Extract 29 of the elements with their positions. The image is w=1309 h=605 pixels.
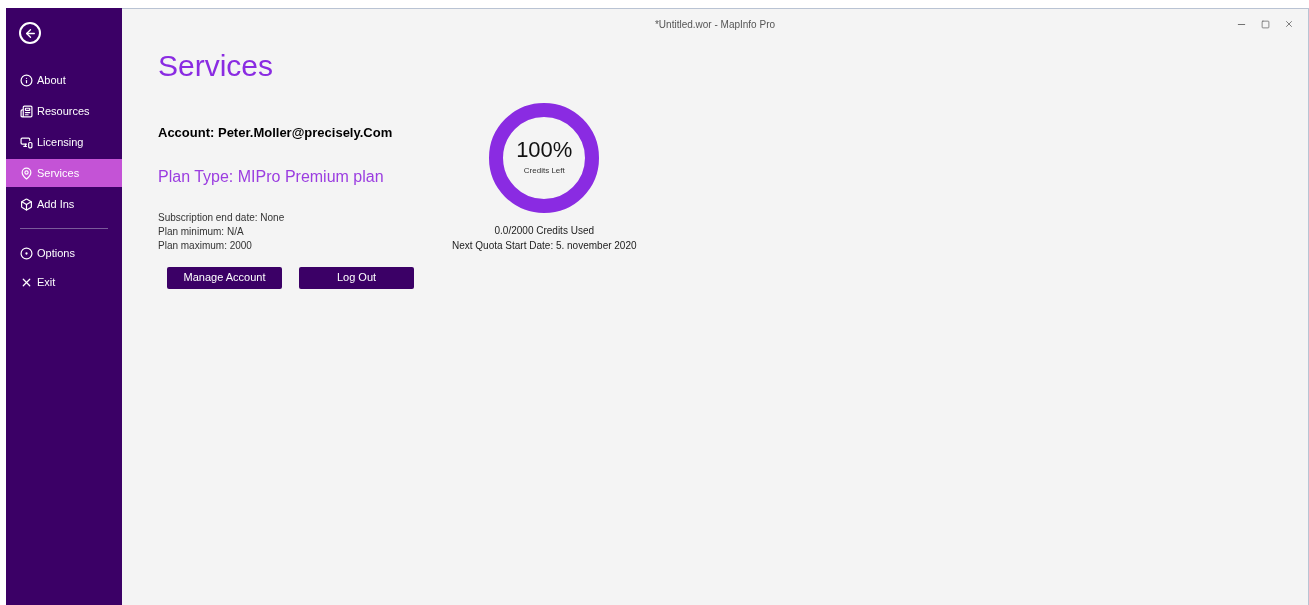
info-icon [20,73,33,87]
action-button[interactable]: Log Out [299,266,414,289]
percent-value: 100% [516,139,573,161]
sidebar-item[interactable]: Add Ins [6,190,122,218]
plan-detail: Subscription end date: None [158,210,286,225]
action-button[interactable]: Manage Account [167,266,282,289]
next-quota-text: Next Quota Start Date: 5. november 2020 [452,239,637,253]
account-text: Account: Peter.Moller@precisely.Com [158,124,394,142]
back-arrow-icon [23,26,37,40]
maximize-icon[interactable] [1261,19,1270,29]
sidebar-item[interactable]: Exit [6,268,122,296]
sidebar-item[interactable]: Services [6,159,122,187]
back-button[interactable] [19,22,41,44]
radio-icon [20,246,33,260]
sidebar-item[interactable]: Options [6,239,122,267]
close-icon[interactable] [1284,19,1294,29]
sidebar-item[interactable]: About [6,66,122,94]
credits-used-text: 0.0/2000 Credits Used [494,224,595,238]
page-title: Services [158,51,275,81]
plan-detail: Plan minimum: N/A [158,224,245,239]
newspaper-icon [20,104,33,118]
location-pin-icon [20,166,33,180]
screen-icon [20,135,33,149]
sidebar-item[interactable]: Licensing [6,128,122,156]
cube-icon [20,197,33,211]
credits-caption: Credits Left [523,165,565,177]
plan-type-text: Plan Type: MIPro Premium plan [158,166,385,187]
window-title: *Untitled.wor - MapInfo Pro [654,17,776,32]
sidebar-item[interactable]: Resources [6,97,122,125]
